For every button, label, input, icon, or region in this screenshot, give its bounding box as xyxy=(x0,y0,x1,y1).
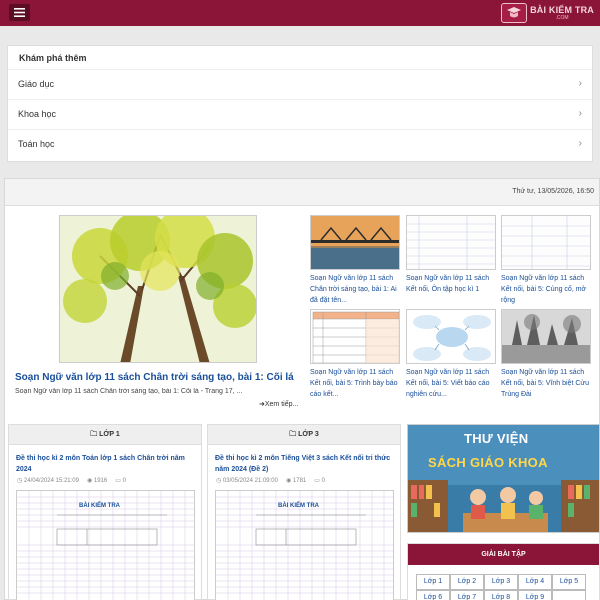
card-article-title-link[interactable]: Đề thi học kì 2 môn Toán lớp 1 sách Chân… xyxy=(16,453,194,475)
comment-icon: ▭ xyxy=(115,478,121,484)
banner-line-2: SÁCH GIÁO KHOA xyxy=(428,455,548,470)
chevron-right-icon: › xyxy=(578,138,582,149)
top-bar: BÀI KIỂM TRA .COM xyxy=(0,0,600,26)
card-header[interactable]: 🗀 LỚP 3 xyxy=(208,425,400,445)
article-thumb[interactable]: Soạn Ngữ văn lớp 11 sách Kết nối, bài 5:… xyxy=(501,215,591,306)
thumb-caption: Soạn Ngữ văn lớp 11 sách Kết nối, bài 5:… xyxy=(310,369,398,398)
article-thumb[interactable]: Soạn Ngữ văn lớp 11 sách Kết nối, bài 5:… xyxy=(310,309,400,400)
hamburger-icon xyxy=(14,4,25,22)
explore-item-label: Khoa học xyxy=(18,109,57,119)
menu-button[interactable] xyxy=(9,4,30,21)
grade-link-lop-4[interactable]: Lớp 4 xyxy=(518,574,552,590)
folder-icon: 🗀 xyxy=(289,431,297,438)
explore-item-label: Toán học xyxy=(18,139,55,149)
grade-grid: Lớp 1 Lớp 2 Lớp 3 Lớp 4 Lớp 5 Lớp 6 Lớp … xyxy=(416,574,586,600)
thumb-caption: Soạn Ngữ văn lớp 11 sách Kết nối, bài 5:… xyxy=(406,369,490,398)
logo-text: BÀI KIỂM TRA xyxy=(530,4,594,15)
chevron-right-icon: › xyxy=(578,108,582,119)
thumb-image xyxy=(310,309,400,364)
featured-title-link[interactable]: Soạn Ngữ văn lớp 11 sách Chân trời sáng … xyxy=(15,372,305,383)
grade-link-lop-3[interactable]: Lớp 3 xyxy=(484,574,518,590)
grade-link-lop-2[interactable]: Lớp 2 xyxy=(450,574,484,590)
read-more-link[interactable]: ➜Xem tiếp... xyxy=(259,400,298,408)
article-thumb[interactable]: Soạn Ngữ văn lớp 11 sách Kết nối, bài 5:… xyxy=(501,309,591,400)
explore-title: Khám phá thêm xyxy=(19,53,87,63)
thumb-image xyxy=(406,309,496,364)
grade-card-lop-1: 🗀 LỚP 1 Đề thi học kì 2 môn Toán lớp 1 s… xyxy=(8,424,202,600)
featured-image[interactable] xyxy=(59,215,257,363)
thumb-image xyxy=(501,309,591,364)
logo-subtext: .COM xyxy=(555,14,569,21)
solve-exercises-panel: GIẢI BÀI TẬP Lớp 1 Lớp 2 Lớp 3 Lớp 4 Lớp… xyxy=(407,543,600,600)
date-bar: Thứ tư, 13/05/2026, 16:50 xyxy=(5,179,599,206)
article-thumb[interactable]: Soạn Ngữ văn lớp 11 sách Chân trời sáng … xyxy=(310,215,400,306)
explore-item-label: Giáo dục xyxy=(18,79,55,89)
card-article-title-link[interactable]: Đề thi học kì 2 môn Tiếng Việt 3 sách Kế… xyxy=(215,453,393,475)
grade-link-lop-1[interactable]: Lớp 1 xyxy=(416,574,450,590)
grade-link-lop-8[interactable]: Lớp 8 xyxy=(484,590,518,600)
card-meta: ◷ 24/04/2024 15:21:09 ◉ 1916 ▭ 0 xyxy=(17,478,126,484)
explore-panel: Khám phá thêm Giáo dục › Khoa học › Toán… xyxy=(7,45,593,162)
card-image[interactable]: BÀI KIỂM TRA xyxy=(16,490,195,600)
featured-description: Soạn Ngữ văn lớp 11 sách Chân trời sáng … xyxy=(15,388,243,395)
thumb-caption: Soạn Ngữ văn lớp 11 sách Chân trời sáng … xyxy=(310,275,397,304)
logo-emblem-icon xyxy=(501,3,528,23)
library-banner[interactable]: THƯ VIỆN SÁCH GIÁO KHOA xyxy=(407,424,600,533)
thumb-image xyxy=(406,215,496,270)
card-header[interactable]: 🗀 LỚP 1 xyxy=(9,425,201,445)
eye-icon: ◉ xyxy=(285,478,292,484)
solve-title: GIẢI BÀI TẬP xyxy=(408,544,599,565)
thumb-caption: Soạn Ngữ văn lớp 11 sách Kết nối, Ôn tập… xyxy=(406,275,490,293)
folder-icon: 🗀 xyxy=(90,431,98,438)
explore-item-giao-duc[interactable]: Giáo dục › xyxy=(8,69,592,99)
thumb-image xyxy=(501,215,591,270)
card-image[interactable]: BÀI KIỂM TRA xyxy=(215,490,394,600)
grade-link-lop-6[interactable]: Lớp 6 xyxy=(416,590,450,600)
article-thumb[interactable]: Soạn Ngữ văn lớp 11 sách Kết nối, Ôn tập… xyxy=(406,215,496,306)
eye-icon: ◉ xyxy=(86,478,93,484)
grade-link-empty[interactable] xyxy=(552,590,586,600)
watermark-text: BÀI KIỂM TRA xyxy=(79,503,120,509)
explore-item-khoa-hoc[interactable]: Khoa học › xyxy=(8,99,592,129)
thumb-caption: Soạn Ngữ văn lớp 11 sách Kết nối, bài 5:… xyxy=(501,275,587,304)
grade-card-lop-3: 🗀 LỚP 3 Đề thi học kì 2 môn Tiếng Việt 3… xyxy=(207,424,401,600)
comment-icon: ▭ xyxy=(314,478,320,484)
clock-icon: ◷ xyxy=(17,478,23,484)
chevron-right-icon: › xyxy=(578,78,582,89)
grade-link-lop-5[interactable]: Lớp 5 xyxy=(552,574,586,590)
watermark-text: BÀI KIỂM TRA xyxy=(278,503,319,509)
article-thumb[interactable]: Soạn Ngữ văn lớp 11 sách Kết nối, bài 5:… xyxy=(406,309,496,400)
current-date: Thứ tư, 13/05/2026, 16:50 xyxy=(512,188,594,195)
clock-icon: ◷ xyxy=(216,478,222,484)
main-content: Thứ tư, 13/05/2026, 16:50 Soạn Ngữ văn l… xyxy=(4,178,600,600)
site-logo[interactable]: BÀI KIỂM TRA .COM xyxy=(501,2,594,24)
explore-item-toan-hoc[interactable]: Toán học › xyxy=(8,129,592,159)
banner-line-1: THƯ VIỆN xyxy=(464,431,529,446)
grade-link-lop-9[interactable]: Lớp 9 xyxy=(518,590,552,600)
thumb-image xyxy=(310,215,400,270)
thumb-caption: Soạn Ngữ văn lớp 11 sách Kết nối, bài 5:… xyxy=(501,369,589,398)
grade-link-lop-7[interactable]: Lớp 7 xyxy=(450,590,484,600)
card-meta: ◷ 03/05/2024 21:09:00 ◉ 1781 ▭ 0 xyxy=(216,478,325,484)
